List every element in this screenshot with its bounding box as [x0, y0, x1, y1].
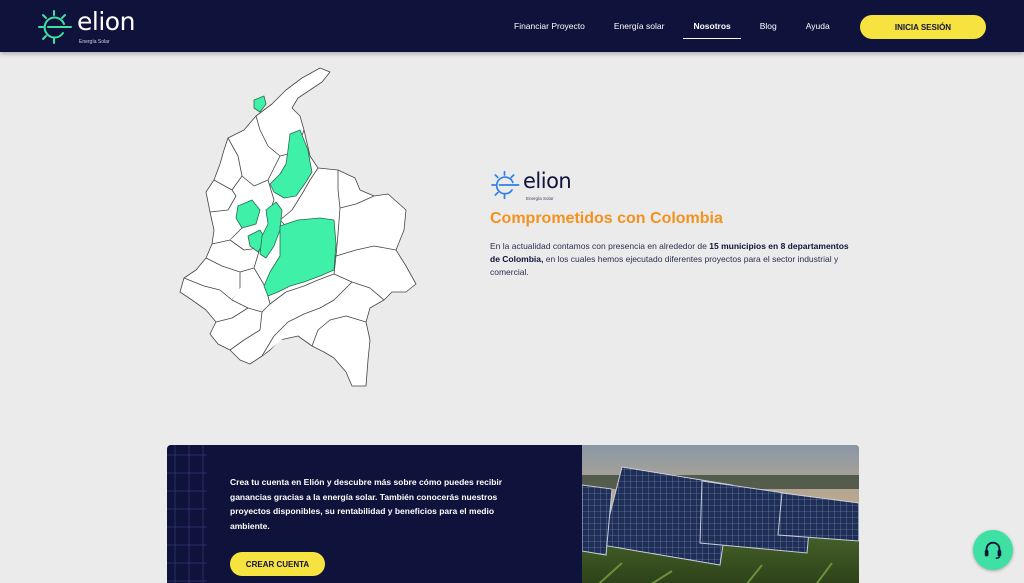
help-chat-button[interactable]: [973, 530, 1013, 570]
login-button[interactable]: INICIA SESIÓN: [860, 15, 986, 39]
info-brand-name: elion: [523, 169, 572, 193]
nav-link-nosotros[interactable]: Nosotros: [683, 21, 742, 39]
nav-link-blog[interactable]: Blog: [760, 21, 777, 31]
nav-link-ayuda[interactable]: Ayuda: [806, 21, 830, 31]
sun-e-logo-icon: [38, 10, 72, 44]
nav-link-financiar-proyecto[interactable]: Financiar Proyecto: [514, 21, 585, 31]
description-intro: En la actualidad contamos con presencia …: [490, 241, 710, 251]
colombia-map: [179, 67, 417, 387]
solar-panels-image: [582, 445, 859, 583]
section-description: En la actualidad contamos con presencia …: [490, 240, 850, 279]
section-title: Comprometidos con Colombia: [490, 210, 723, 227]
top-navbar: elion Energía Solar Financiar Proyecto E…: [0, 0, 1024, 52]
brand-name: elion: [77, 7, 135, 36]
nav-link-energia-solar[interactable]: Energía solar: [614, 21, 665, 31]
elion-logo[interactable]: elion Energía Solar: [37, 7, 137, 45]
description-rest: en los cuales hemos ejecutado diferentes…: [490, 254, 839, 277]
grid-decoration: [167, 445, 207, 583]
headset-icon: [984, 541, 1002, 559]
sun-e-logo-icon: [491, 170, 520, 200]
create-account-button[interactable]: CREAR CUENTA: [230, 552, 325, 576]
cta-text: Crea tu cuenta en Elión y descubre más s…: [230, 477, 503, 531]
create-account-banner: Crea tu cuenta en Elión y descubre más s…: [167, 445, 859, 583]
nav-menu: Financiar Proyecto Energía solar Nosotro…: [514, 0, 859, 52]
info-brand-tagline: Energía Solar: [526, 196, 554, 201]
brand-tagline: Energía Solar: [79, 39, 110, 45]
info-elion-logo: elion Energía Solar: [490, 169, 580, 206]
